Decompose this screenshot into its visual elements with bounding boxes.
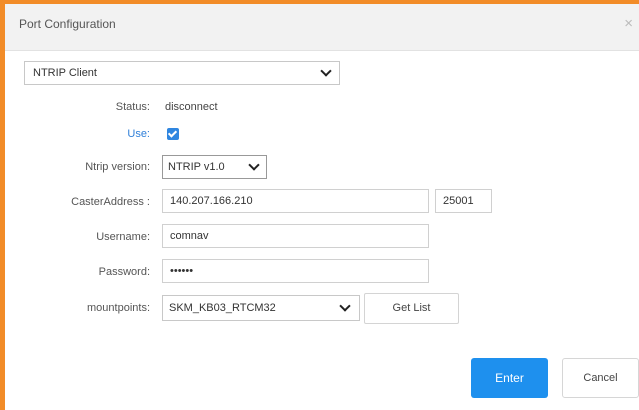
chevron-down-icon [339, 300, 351, 312]
caster-address-label: CasterAddress : [71, 196, 150, 208]
mountpoints-value: SKM_KB03_RTCM32 [169, 302, 276, 314]
username-input[interactable]: comnav [162, 224, 429, 248]
username-value: comnav [170, 230, 209, 242]
username-label: Username: [96, 231, 150, 243]
port-type-select[interactable]: NTRIP Client [24, 61, 340, 85]
ntrip-version-label: Ntrip version: [85, 161, 150, 173]
mountpoints-select[interactable]: SKM_KB03_RTCM32 [162, 295, 360, 321]
caster-port-value: 25001 [443, 195, 474, 207]
status-value: disconnect [165, 101, 218, 113]
mountpoints-label: mountpoints: [87, 302, 150, 314]
use-checkbox[interactable] [167, 128, 179, 140]
dialog-titlebar: Port Configuration × [5, 4, 639, 51]
password-input[interactable]: •••••• [162, 259, 429, 283]
get-list-button[interactable]: Get List [364, 293, 459, 324]
ntrip-version-select[interactable]: NTRIP v1.0 [162, 155, 267, 179]
cancel-button[interactable]: Cancel [562, 358, 639, 398]
use-label: Use: [127, 128, 150, 140]
dialog-title: Port Configuration [19, 17, 116, 31]
password-value: •••••• [170, 265, 194, 277]
chevron-down-icon [248, 159, 260, 171]
caster-address-input[interactable]: 140.207.166.210 [162, 189, 429, 213]
password-label: Password: [98, 266, 150, 278]
caster-address-value: 140.207.166.210 [170, 195, 253, 207]
port-type-value: NTRIP Client [33, 67, 97, 79]
caster-port-input[interactable]: 25001 [435, 189, 492, 213]
port-configuration-dialog: Port Configuration × NTRIP Client Status… [0, 0, 639, 410]
enter-button[interactable]: Enter [471, 358, 548, 398]
close-icon[interactable]: × [624, 15, 633, 32]
chevron-down-icon [320, 65, 332, 77]
status-label: Status: [115, 101, 150, 113]
ntrip-version-value: NTRIP v1.0 [168, 161, 225, 173]
